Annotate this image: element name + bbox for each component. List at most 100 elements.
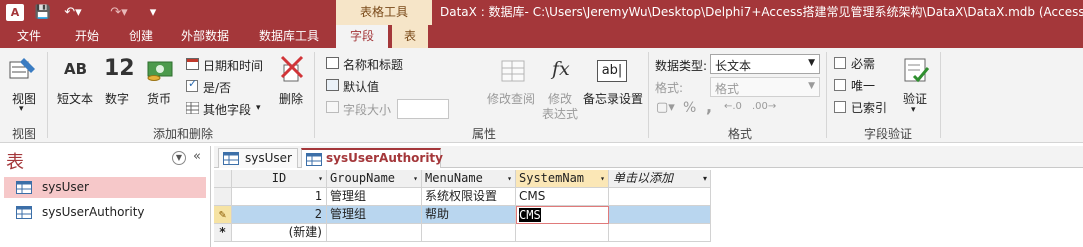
cell-empty[interactable] xyxy=(422,224,516,242)
currency-icon xyxy=(146,56,174,82)
unique-checkbox[interactable] xyxy=(834,79,846,91)
default-value-icon xyxy=(326,79,339,91)
cell-groupname[interactable]: 管理组 xyxy=(327,206,422,224)
column-header-label: MenuName xyxy=(425,171,483,185)
calendar-icon xyxy=(186,58,199,70)
group-view-label: 视图 xyxy=(11,127,36,141)
new-record-icon[interactable]: * xyxy=(214,224,232,242)
tab-create[interactable]: 创建 xyxy=(118,25,164,48)
default-value-button[interactable]: 默认值 xyxy=(343,78,379,95)
delete-icon xyxy=(280,55,304,83)
cell-menuname[interactable]: 帮助 xyxy=(422,206,516,224)
column-header-label: ID xyxy=(271,171,287,185)
datasheet: ID ▾ GroupName ▾ MenuName ▾ SystemNam ▾ 单击以添… xyxy=(214,168,1083,247)
indexed-label: 已索引 xyxy=(851,101,888,115)
cell-id[interactable]: 1 xyxy=(232,188,327,206)
cell-systemname[interactable]: CMS xyxy=(516,188,609,206)
more-fields-dropdown-icon[interactable]: ▾ xyxy=(256,103,261,113)
chevron-down-icon[interactable]: ▾ xyxy=(507,170,512,187)
cell-id-new[interactable]: (新建) xyxy=(232,224,327,242)
currency-format-icon[interactable]: ▢▾ xyxy=(656,100,675,115)
unique-label: 唯一 xyxy=(851,79,876,93)
row-selector-pencil-icon[interactable]: ✎ xyxy=(214,206,232,224)
cell-systemname-editing[interactable]: CMS xyxy=(516,206,609,224)
redo-icon[interactable]: ↷▾ xyxy=(104,4,134,21)
decrease-decimals-icon[interactable]: .00→ xyxy=(752,101,776,112)
tab-external-data[interactable]: 外部数据 xyxy=(172,25,238,48)
percent-format-button[interactable]: % xyxy=(683,100,696,116)
qat-customize-icon[interactable]: ▾ xyxy=(147,4,159,21)
column-header-label: 单击以添加 xyxy=(613,171,674,185)
view-icon[interactable] xyxy=(8,54,38,82)
chevron-down-icon[interactable]: ▾ xyxy=(600,170,605,187)
nav-pane-title[interactable]: 表 xyxy=(6,148,24,174)
navigation-pane: 表 ▼ « sysUser sysUserAuthority xyxy=(0,146,211,247)
chevron-down-icon[interactable]: ▾ xyxy=(703,170,707,187)
nav-pane-collapse-icon[interactable]: « xyxy=(193,149,201,164)
column-header-groupname[interactable]: GroupName ▾ xyxy=(327,170,422,188)
number-button[interactable]: 数字 xyxy=(105,90,129,107)
column-header-menuname[interactable]: MenuName ▾ xyxy=(422,170,516,188)
data-type-select[interactable]: 长文本 ▼ xyxy=(710,54,820,74)
cell-empty[interactable] xyxy=(609,224,711,242)
indexed-checkbox[interactable] xyxy=(834,101,846,113)
separator xyxy=(314,52,315,138)
datetime-button[interactable]: 日期和时间 xyxy=(203,57,263,74)
group-add-delete-label: 添加和删除 xyxy=(152,127,213,141)
chevron-down-icon: ▼ xyxy=(808,81,815,91)
tab-table[interactable]: 表 xyxy=(392,25,428,48)
chevron-down-icon[interactable]: ▾ xyxy=(413,170,418,187)
comma-format-button[interactable]: , xyxy=(706,97,712,116)
cell-empty[interactable] xyxy=(609,188,711,206)
undo-icon[interactable]: ↶▾ xyxy=(62,4,84,21)
view-dropdown-icon[interactable]: ▾ xyxy=(19,104,24,114)
table-icon xyxy=(16,206,32,219)
required-checkbox[interactable] xyxy=(834,57,846,69)
name-caption-button[interactable]: 名称和标题 xyxy=(343,56,403,73)
required-label: 必需 xyxy=(851,57,876,71)
name-caption-icon xyxy=(326,57,339,69)
currency-button[interactable]: 货币 xyxy=(147,90,171,107)
nav-item-sysuserauthority[interactable]: sysUserAuthority xyxy=(4,202,206,223)
doc-tab-sysuserauthority[interactable]: sysUserAuthority xyxy=(301,148,443,168)
nav-pane-menu-icon[interactable]: ▼ xyxy=(172,151,186,165)
document-tab-bar: sysUser sysUserAuthority xyxy=(214,146,1083,168)
format-value: 格式 xyxy=(715,82,740,96)
table-icon xyxy=(306,153,322,166)
data-type-value: 长文本 xyxy=(715,59,752,73)
row-selector[interactable] xyxy=(214,188,232,206)
cell-empty[interactable] xyxy=(516,224,609,242)
doc-tab-sysuser[interactable]: sysUser xyxy=(218,148,298,168)
cell-empty[interactable] xyxy=(327,224,422,242)
data-type-label: 数据类型: xyxy=(655,59,708,73)
column-header-systemname[interactable]: SystemNam ▾ xyxy=(516,170,609,188)
column-header-id[interactable]: ID ▾ xyxy=(232,170,327,188)
tab-home[interactable]: 开始 xyxy=(62,25,112,48)
cell-groupname[interactable]: 管理组 xyxy=(327,188,422,206)
column-header-click-to-add[interactable]: 单击以添加 ▾ xyxy=(609,170,711,188)
delete-button[interactable]: 删除 xyxy=(279,90,303,107)
tab-database-tools[interactable]: 数据库工具 xyxy=(250,25,328,48)
modify-lookup-button[interactable]: 修改查阅 xyxy=(487,90,535,107)
validation-dropdown-icon[interactable]: ▾ xyxy=(911,105,916,115)
nav-item-sysuser[interactable]: sysUser xyxy=(4,177,206,198)
memo-settings-button[interactable]: 备忘录设置 xyxy=(583,90,643,107)
cell-id[interactable]: 2 xyxy=(232,206,327,224)
column-header-label: SystemNam xyxy=(519,171,585,185)
cell-menuname[interactable]: 系统权限设置 xyxy=(422,188,516,206)
view-button[interactable]: 视图 xyxy=(12,90,36,107)
tab-file[interactable]: 文件 xyxy=(0,25,58,48)
field-size-label: 字段大小 xyxy=(343,103,392,117)
field-size-input[interactable] xyxy=(397,99,449,119)
format-select[interactable]: 格式 ▼ xyxy=(710,77,820,97)
cell-empty[interactable] xyxy=(609,206,711,224)
increase-decimals-icon[interactable]: ←.0 xyxy=(724,101,742,112)
save-icon[interactable]: 💾 xyxy=(34,4,52,21)
tab-fields[interactable]: 字段 xyxy=(336,25,388,48)
chevron-down-icon[interactable]: ▾ xyxy=(318,170,323,187)
yesno-button[interactable]: 是/否 xyxy=(203,79,231,96)
select-all-corner[interactable] xyxy=(214,170,232,188)
number-icon: 12 xyxy=(104,56,135,81)
short-text-button[interactable]: 短文本 xyxy=(57,90,93,107)
more-fields-button[interactable]: 其他字段 xyxy=(203,101,251,118)
